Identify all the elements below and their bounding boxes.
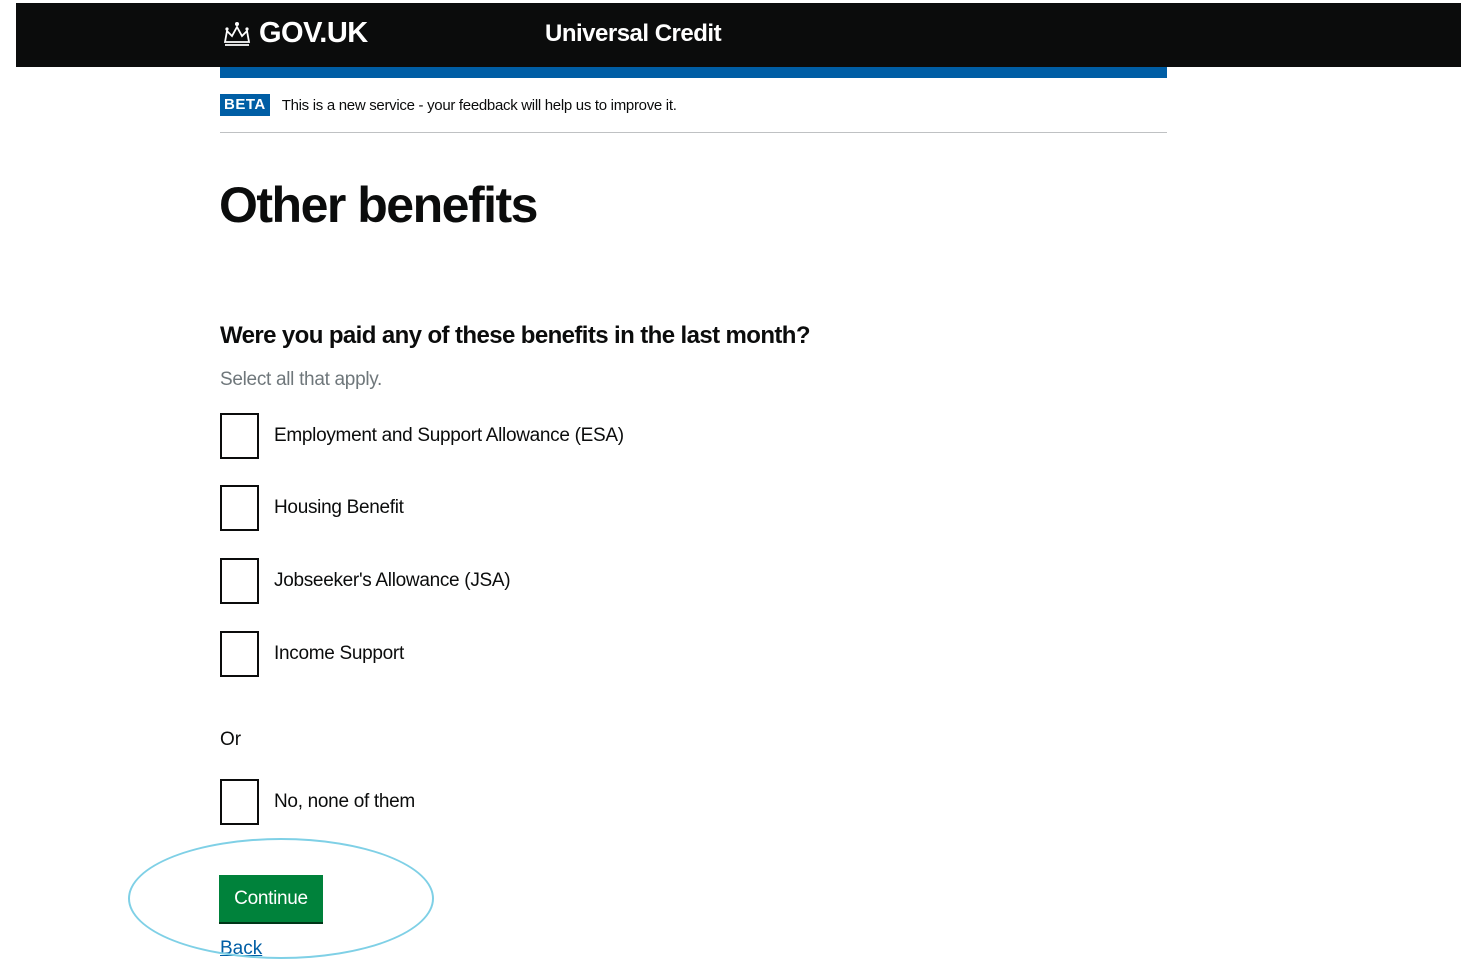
beta-tag: BETA <box>220 94 270 116</box>
service-name-link[interactable]: Universal Credit <box>545 20 722 48</box>
crown-icon <box>223 21 251 46</box>
phase-banner-divider <box>220 132 1167 133</box>
highlight-annotation-ellipse <box>128 838 434 959</box>
option-income-support[interactable]: Income Support <box>220 631 404 677</box>
option-label: No, none of them <box>274 791 415 812</box>
option-label: Housing Benefit <box>274 497 404 518</box>
option-label: Employment and Support Allowance (ESA) <box>274 425 624 446</box>
checkbox-none[interactable] <box>220 779 259 825</box>
govuk-logo-link[interactable]: GOV.UK <box>221 17 368 50</box>
header-blue-bar <box>220 67 1167 78</box>
checkbox-income-support[interactable] <box>220 631 259 677</box>
phase-banner-text: This is a new service - your feedback wi… <box>281 96 677 114</box>
question-heading: Were you paid any of these benefits in t… <box>220 322 811 349</box>
option-none[interactable]: No, none of them <box>220 779 415 825</box>
option-esa[interactable]: Employment and Support Allowance (ESA) <box>220 413 624 459</box>
checkbox-housing-benefit[interactable] <box>220 485 259 531</box>
checkbox-jsa[interactable] <box>220 558 259 604</box>
checkbox-esa[interactable] <box>220 413 259 459</box>
logo-text: GOV.UK <box>259 17 368 49</box>
option-jsa[interactable]: Jobseeker's Allowance (JSA) <box>220 558 511 604</box>
option-housing-benefit[interactable]: Housing Benefit <box>220 485 404 531</box>
option-label: Jobseeker's Allowance (JSA) <box>274 570 511 591</box>
phase-banner: BETA This is a new service - your feedba… <box>220 94 677 116</box>
site-header: GOV.UK Universal Credit <box>16 3 1461 67</box>
option-label: Income Support <box>274 643 404 664</box>
hint-text: Select all that apply. <box>220 369 383 390</box>
or-separator: Or <box>220 729 242 750</box>
page-title: Other benefits <box>219 177 538 233</box>
